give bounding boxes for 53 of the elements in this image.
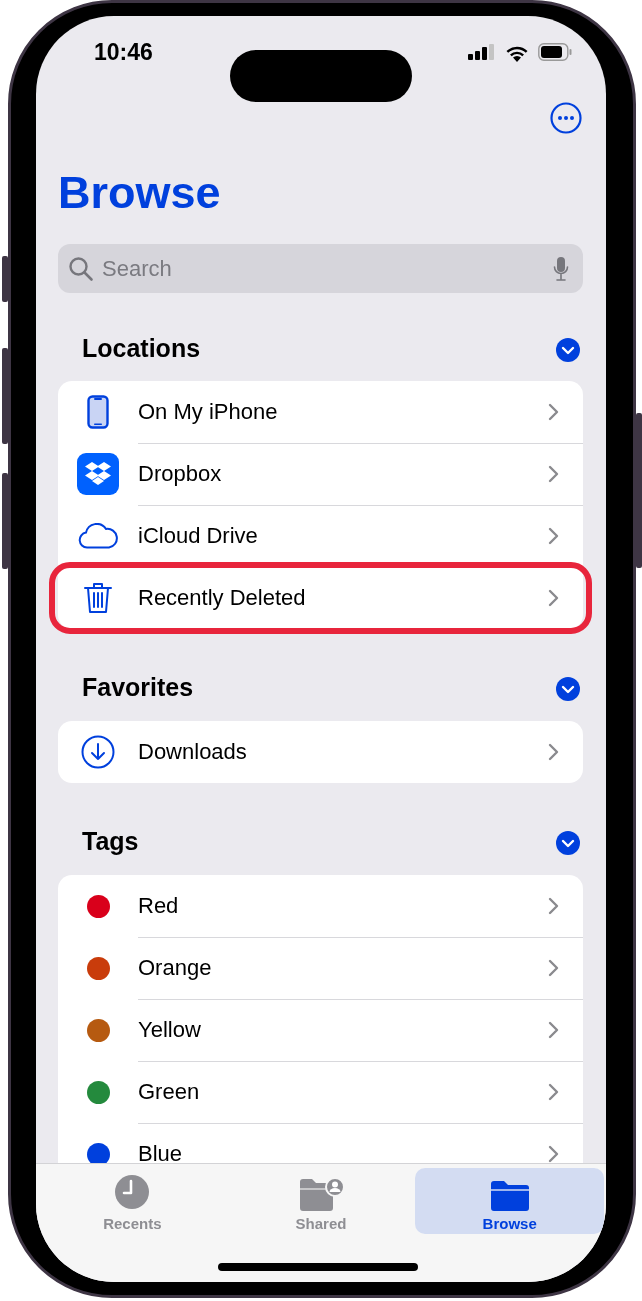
list-item[interactable]: Green	[58, 1061, 583, 1123]
list-item[interactable]: Orange	[58, 937, 583, 999]
chevron-right-icon	[547, 588, 559, 608]
item-label: Downloads	[138, 739, 247, 765]
tab[interactable]: Browse	[415, 1168, 604, 1234]
folder-icon	[489, 1180, 530, 1212]
section-header: Tags	[82, 827, 139, 855]
microphone-icon[interactable]	[553, 255, 569, 282]
chevron-right-icon	[547, 742, 559, 762]
chevron-right-icon	[547, 525, 559, 546]
page-title: Browse	[57, 166, 222, 220]
list-item[interactable]: Yellow	[58, 999, 583, 1061]
chevron-right-icon	[547, 1081, 559, 1102]
collapse-chevron-icon[interactable]	[556, 677, 580, 701]
chevron-right-icon	[547, 1144, 559, 1163]
list-item[interactable]: Red	[58, 875, 583, 937]
search-input[interactable]: Search	[102, 255, 545, 282]
item-label: Red	[138, 892, 179, 919]
status-time: 10:46	[94, 38, 153, 66]
chevron-right-icon	[547, 401, 559, 422]
section-header: Locations	[82, 334, 201, 362]
item-label: Green	[138, 1078, 200, 1105]
list-item[interactable]: On My iPhone	[58, 381, 583, 443]
list-item[interactable]: Dropbox	[58, 443, 583, 505]
list-item[interactable]: iCloud Drive	[58, 505, 583, 567]
item-label: Dropbox	[138, 460, 222, 487]
list-item[interactable]: Downloads	[58, 721, 583, 783]
chevron-right-icon	[547, 463, 559, 484]
cloud-icon	[78, 523, 118, 549]
shared-folder-icon	[298, 1176, 344, 1212]
item-label: On My iPhone	[138, 398, 278, 425]
item-label: Orange	[138, 954, 212, 981]
download-icon	[81, 735, 115, 769]
chevron-right-icon	[547, 1019, 559, 1040]
search-icon	[68, 255, 94, 282]
list-item[interactable]: Recently Deleted	[54, 567, 587, 629]
item-label: Blue	[138, 1141, 183, 1163]
collapse-chevron-icon[interactable]	[556, 338, 580, 362]
search-field[interactable]: Search	[58, 244, 583, 293]
signal-icon	[468, 44, 496, 60]
chevron-right-icon	[547, 957, 559, 978]
chevron-right-icon	[547, 895, 559, 916]
ellipsis-icon	[550, 102, 582, 134]
more-button[interactable]	[550, 102, 582, 134]
dropbox-icon	[77, 453, 119, 495]
phone-icon	[87, 395, 109, 429]
collapse-chevron-icon[interactable]	[556, 831, 580, 855]
item-label: iCloud Drive	[138, 522, 258, 549]
section-header: Favorites	[82, 673, 194, 701]
trash-icon	[84, 582, 112, 614]
item-label: Recently Deleted	[138, 585, 306, 611]
battery-icon	[538, 43, 572, 61]
item-label: Yellow	[138, 1016, 201, 1043]
